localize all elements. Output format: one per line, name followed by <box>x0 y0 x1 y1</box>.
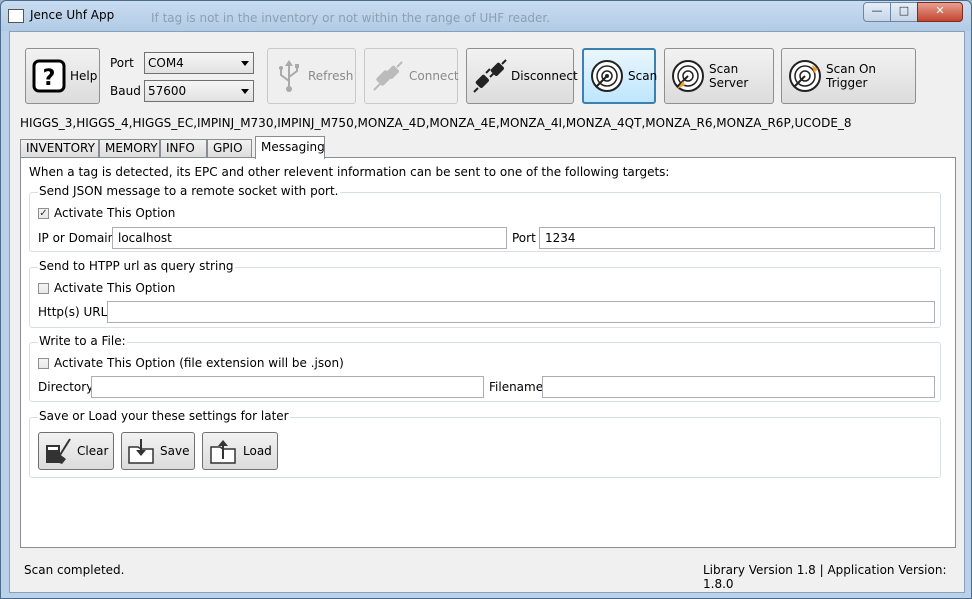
title-ghost-text: If tag is not in the inventory or not wi… <box>151 11 551 25</box>
baud-select[interactable]: 57600 <box>144 80 254 102</box>
unplug-icon <box>473 57 507 95</box>
scan-on-trigger-label: Scan On Trigger <box>826 62 877 90</box>
broom-icon <box>44 436 72 466</box>
baud-value: 57600 <box>148 84 187 98</box>
radar-server-icon <box>671 57 705 95</box>
json-group-title: Send JSON message to a remote socket wit… <box>38 184 340 198</box>
http-url-input[interactable] <box>107 301 935 323</box>
svg-text:?: ? <box>43 66 56 91</box>
supported-tag-types: HIGGS_3,HIGGS_4,HIGGS_EC,IMPINJ_M730,IMP… <box>20 116 852 130</box>
app-window: Jence Uhf App If tag is not in the inven… <box>0 0 972 599</box>
save-button[interactable]: Save <box>121 432 195 470</box>
folder-save-icon <box>127 436 155 466</box>
json-activate-checkbox[interactable]: ✓ <box>38 208 49 219</box>
refresh-button[interactable]: Refresh <box>267 48 356 104</box>
filename-label: Filename <box>489 380 544 394</box>
title-bar: Jence Uhf App If tag is not in the inven… <box>1 1 971 31</box>
app-icon <box>8 9 24 23</box>
file-group-title: Write to a File: <box>38 334 127 348</box>
status-message: Scan completed. <box>24 563 125 577</box>
disconnect-button[interactable]: Disconnect <box>466 48 578 104</box>
port-select[interactable]: COM4 <box>144 52 254 74</box>
http-group-title: Send to HTPP url as query string <box>38 259 235 273</box>
clear-button[interactable]: Clear <box>38 432 114 470</box>
json-socket-group: Send JSON message to a remote socket wit… <box>29 184 941 252</box>
connect-label: Connect <box>409 69 459 83</box>
tab-info[interactable]: INFO <box>160 139 207 158</box>
load-button[interactable]: Load <box>202 432 278 470</box>
file-activate-checkbox[interactable] <box>38 358 49 369</box>
ip-domain-input[interactable]: localhost <box>112 227 507 249</box>
filename-input[interactable] <box>542 376 935 398</box>
chevron-down-icon <box>241 89 249 94</box>
ip-domain-label: IP or Domain <box>38 231 116 245</box>
connect-button[interactable]: Connect <box>364 48 459 104</box>
messaging-intro: When a tag is detected, its EPC and othe… <box>29 165 670 179</box>
close-button[interactable]: ✕ <box>917 2 963 22</box>
scan-on-trigger-button[interactable]: Scan On Trigger <box>781 48 916 104</box>
scan-label: Scan <box>628 69 658 83</box>
write-file-group: Write to a File: Activate This Option (f… <box>29 334 941 402</box>
chevron-down-icon <box>241 61 249 66</box>
maximize-button[interactable]: □ <box>890 2 918 22</box>
load-label: Load <box>243 444 272 458</box>
tab-messaging[interactable]: Messaging <box>255 136 325 159</box>
directory-label: Directory <box>38 380 94 394</box>
http-url-label: Http(s) URL: <box>38 305 112 319</box>
http-activate-checkbox[interactable] <box>38 283 49 294</box>
window-title: Jence Uhf App <box>30 8 115 22</box>
minimize-button[interactable]: — <box>863 2 891 22</box>
port-label: Port <box>110 56 134 70</box>
version-info: Library Version 1.8 | Application Versio… <box>703 563 947 591</box>
settings-group: Save or Load your these settings for lat… <box>29 409 941 478</box>
directory-input[interactable] <box>91 376 484 398</box>
clear-label: Clear <box>77 444 109 458</box>
messaging-panel: When a tag is detected, its EPC and othe… <box>20 157 956 548</box>
question-icon: ? <box>32 57 66 95</box>
settings-group-title: Save or Load your these settings for lat… <box>38 409 290 423</box>
port-field-label: Port <box>512 231 536 245</box>
port-value: COM4 <box>148 56 184 70</box>
tab-memory[interactable]: MEMORY <box>99 139 160 158</box>
refresh-label: Refresh <box>308 69 354 83</box>
tab-gpio[interactable]: GPIO <box>207 139 252 158</box>
http-url-group: Send to HTPP url as query string Activat… <box>29 259 941 328</box>
save-label: Save <box>160 444 190 458</box>
help-button[interactable]: ? Help <box>25 48 100 104</box>
disconnect-label: Disconnect <box>511 69 578 83</box>
usb-icon <box>274 57 304 95</box>
radar-icon <box>590 57 624 95</box>
help-label: Help <box>70 69 98 83</box>
scan-button[interactable]: Scan <box>582 48 658 104</box>
file-activate-label: Activate This Option (file extension wil… <box>54 356 344 370</box>
scan-server-button[interactable]: Scan Server <box>664 48 774 104</box>
scan-server-label: Scan Server <box>709 62 749 90</box>
radar-trigger-icon <box>788 57 822 95</box>
baud-label: Baud <box>110 84 141 98</box>
folder-load-icon <box>208 436 238 466</box>
tab-inventory[interactable]: INVENTORY <box>20 139 99 158</box>
plug-icon <box>371 57 405 95</box>
http-activate-label: Activate This Option <box>54 281 176 295</box>
json-activate-label: Activate This Option <box>54 206 176 220</box>
client-area: ? Help Port COM4 Baud 57600 Refresh Conn… <box>9 31 965 593</box>
port-input[interactable]: 1234 <box>539 227 935 249</box>
